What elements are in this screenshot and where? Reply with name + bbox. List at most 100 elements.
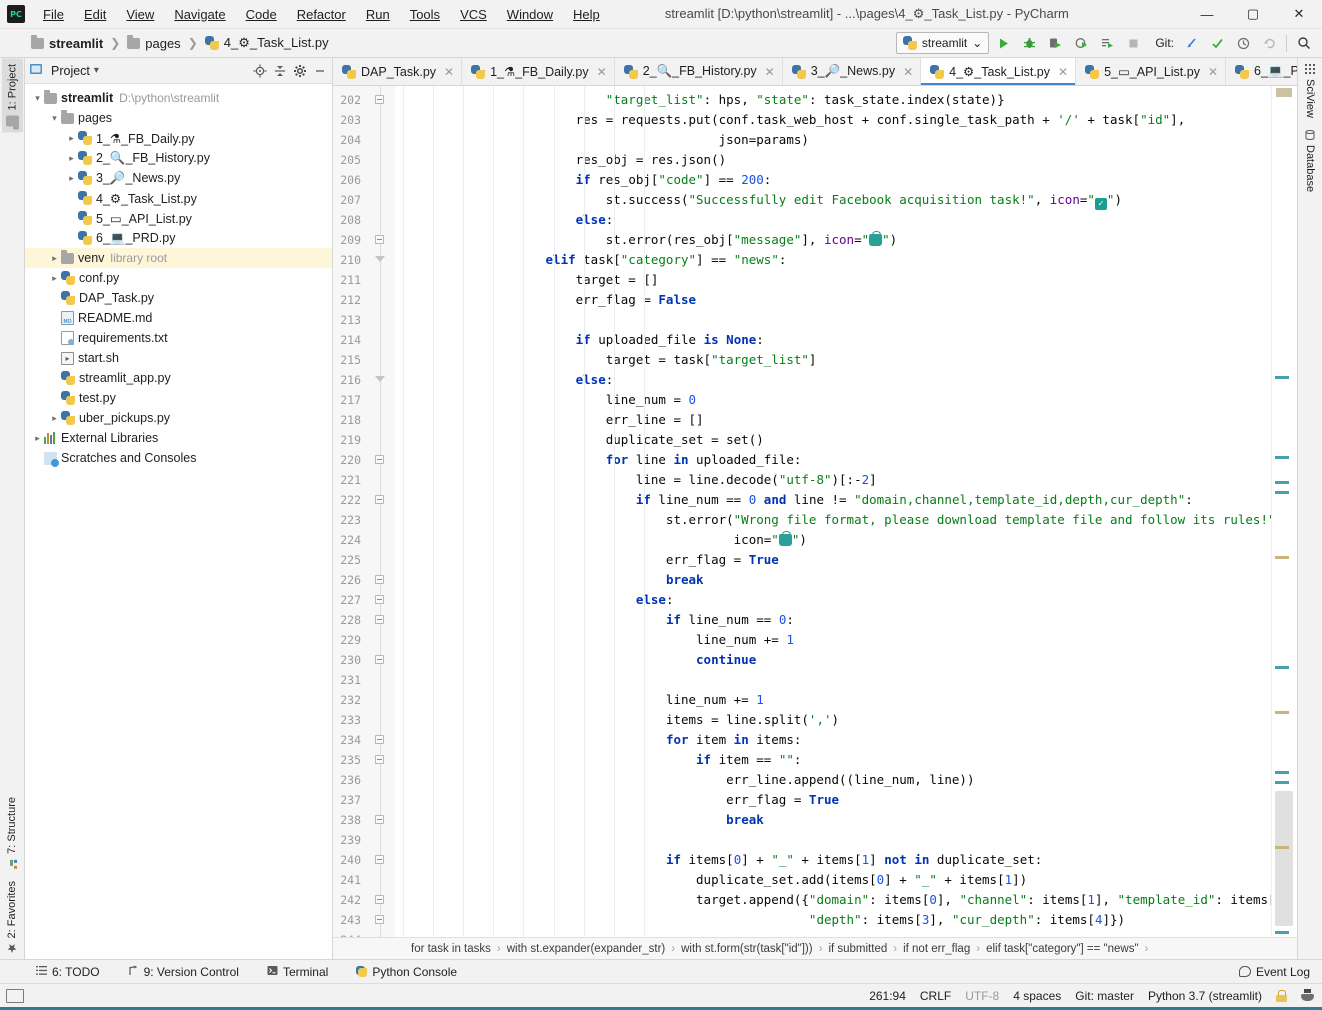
code-line[interactable]: for item in items:: [395, 730, 1271, 750]
menu-tools[interactable]: Tools: [400, 3, 450, 26]
line-number[interactable]: 227: [333, 590, 395, 610]
code-line[interactable]: items = line.split(','): [395, 710, 1271, 730]
run-with-coverage-button[interactable]: [1043, 32, 1067, 54]
line-number[interactable]: 233: [333, 710, 395, 730]
menu-file[interactable]: File: [33, 3, 74, 26]
line-number[interactable]: 242: [333, 890, 395, 910]
fold-marker-icon[interactable]: [375, 915, 385, 925]
code-line[interactable]: duplicate_set = set(): [395, 430, 1271, 450]
line-number[interactable]: 237: [333, 790, 395, 810]
tree-row[interactable]: ▸ uber_pickups.py: [25, 408, 332, 428]
tree-row[interactable]: requirements.txt: [25, 328, 332, 348]
code-line[interactable]: [395, 670, 1271, 690]
line-number[interactable]: 208: [333, 210, 395, 230]
tree-expand-arrow[interactable]: ▾: [48, 113, 61, 124]
editor-tab[interactable]: 4_⚙_Task_List.py ✕: [921, 58, 1077, 85]
menu-run[interactable]: Run: [356, 3, 400, 26]
code-line[interactable]: target.append({"domain": items[0], "chan…: [395, 890, 1271, 910]
code-line[interactable]: break: [395, 570, 1271, 590]
run-button[interactable]: [991, 32, 1015, 54]
run-with-console-button[interactable]: [1095, 32, 1119, 54]
fold-marker-icon[interactable]: [375, 815, 385, 825]
editor-breadcrumb-item[interactable]: if submitted: [824, 943, 891, 955]
fold-marker-icon[interactable]: [375, 595, 385, 605]
run-configuration-selector[interactable]: streamlit ⌄: [895, 32, 990, 54]
tool-window-todo[interactable]: 6: TODO: [32, 963, 104, 981]
tree-expand-arrow[interactable]: ▸: [65, 173, 78, 184]
fold-marker-icon[interactable]: [375, 755, 385, 765]
tree-row[interactable]: ▸ 2_🔍_FB_History.py: [25, 148, 332, 168]
close-tab-icon[interactable]: ✕: [444, 65, 454, 79]
code-line[interactable]: break: [395, 810, 1271, 830]
tree-row[interactable]: ▸ External Libraries: [25, 428, 332, 448]
line-number[interactable]: 212: [333, 290, 395, 310]
close-tab-icon[interactable]: ✕: [1208, 65, 1218, 79]
editor-tab[interactable]: 1_⚗_FB_Daily.py ✕: [462, 58, 615, 85]
caret-position[interactable]: 261:94: [869, 989, 906, 1003]
line-number[interactable]: 223: [333, 510, 395, 530]
code-line[interactable]: line = line.decode("utf-8")[:-2]: [395, 470, 1271, 490]
inspector-icon[interactable]: [1301, 989, 1314, 1002]
line-number[interactable]: 207: [333, 190, 395, 210]
line-number[interactable]: 216: [333, 370, 395, 390]
line-number[interactable]: 220: [333, 450, 395, 470]
line-number[interactable]: 215: [333, 350, 395, 370]
tree-row[interactable]: ▸ conf.py: [25, 268, 332, 288]
line-number[interactable]: 224: [333, 530, 395, 550]
code-line[interactable]: if line_num == 0 and line != "domain,cha…: [395, 490, 1271, 510]
editor-tab[interactable]: 6_💻_PRD.py✕: [1226, 58, 1297, 85]
code-line[interactable]: err_flag = False: [395, 290, 1271, 310]
line-number[interactable]: 235: [333, 750, 395, 770]
close-tab-icon[interactable]: ✕: [765, 65, 775, 79]
fold-marker-icon[interactable]: [375, 895, 385, 905]
line-number[interactable]: 209: [333, 230, 395, 250]
code-line[interactable]: line_num = 0: [395, 390, 1271, 410]
code-editor[interactable]: 202 203 204 205 206 207 208 209 210 211 212 213 214 2…: [333, 86, 1297, 937]
tree-expand-arrow[interactable]: ▸: [65, 153, 78, 164]
scrollbar-marker[interactable]: [1275, 781, 1289, 784]
close-tab-icon[interactable]: ✕: [1058, 65, 1068, 79]
stop-button[interactable]: [1121, 32, 1145, 54]
profile-button[interactable]: [1069, 32, 1093, 54]
lock-icon[interactable]: [1276, 989, 1287, 1002]
sidebar-item-project[interactable]: 1: Project: [1, 58, 23, 133]
fold-marker-icon[interactable]: [375, 575, 385, 585]
line-number[interactable]: 210: [333, 250, 395, 270]
locate-icon[interactable]: [252, 63, 268, 79]
collapse-all-icon[interactable]: [272, 63, 288, 79]
scrollbar-marker[interactable]: [1275, 481, 1289, 484]
hide-panel-icon[interactable]: [312, 63, 328, 79]
tree-row[interactable]: ▸ start.sh: [25, 348, 332, 368]
line-number[interactable]: 229: [333, 630, 395, 650]
project-tree[interactable]: ▾ streamlit D:\python\streamlit ▾ pages ▸ 1_⚗_…: [25, 84, 332, 959]
sidebar-item-structure[interactable]: 7: Structure: [2, 791, 22, 875]
line-number[interactable]: 219: [333, 430, 395, 450]
close-tab-icon[interactable]: ✕: [903, 65, 913, 79]
fold-marker-icon[interactable]: [375, 255, 385, 265]
scrollbar-marker[interactable]: [1275, 931, 1289, 934]
code-line[interactable]: st.success("Successfully edit Facebook a…: [395, 190, 1271, 210]
code-line[interactable]: target = task["target_list"]: [395, 350, 1271, 370]
line-number-gutter[interactable]: 202 203 204 205 206 207 208 209 210 211 212 213 214 2…: [333, 86, 395, 937]
sidebar-item-sciview[interactable]: SciView: [1300, 58, 1320, 124]
editor-tab[interactable]: 2_🔍_FB_History.py ✕: [615, 58, 783, 85]
scrollbar-marker[interactable]: [1275, 456, 1289, 459]
code-line[interactable]: json=params): [395, 130, 1271, 150]
tree-row[interactable]: streamlit_app.py: [25, 368, 332, 388]
code-line[interactable]: if res_obj["code"] == 200:: [395, 170, 1271, 190]
tree-row[interactable]: test.py: [25, 388, 332, 408]
indent-setting[interactable]: 4 spaces: [1013, 989, 1061, 1003]
code-line[interactable]: if items[0] + "_" + items[1] not in dupl…: [395, 850, 1271, 870]
code-line[interactable]: if item == "":: [395, 750, 1271, 770]
tree-row[interactable]: 4_⚙_Task_List.py: [25, 188, 332, 208]
code-line[interactable]: [395, 830, 1271, 850]
scrollbar-marker[interactable]: [1275, 771, 1289, 774]
editor-tab[interactable]: 5_▭_API_List.py ✕: [1076, 58, 1227, 85]
menu-window[interactable]: Window: [497, 3, 563, 26]
tool-window-version-control[interactable]: 9: Version Control: [124, 963, 243, 981]
menu-refactor[interactable]: Refactor: [287, 3, 356, 26]
menu-help[interactable]: Help: [563, 3, 610, 26]
tree-row[interactable]: ▾ pages: [25, 108, 332, 128]
tree-row[interactable]: ▸ 3_🔎_News.py: [25, 168, 332, 188]
project-panel-caret-icon[interactable]: ▾: [94, 65, 99, 76]
